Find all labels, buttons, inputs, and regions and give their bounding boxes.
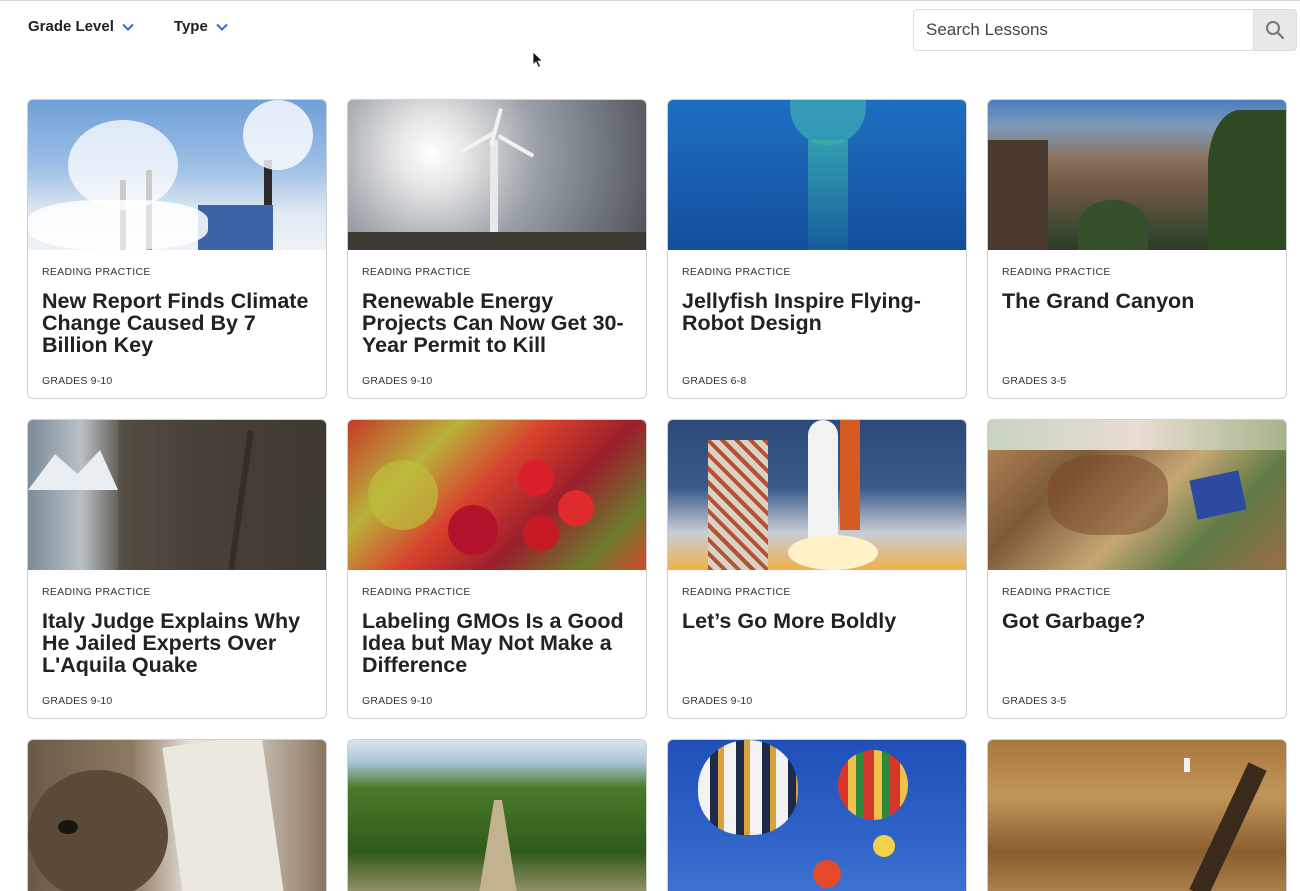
lesson-thumbnail — [988, 420, 1286, 570]
lesson-title[interactable]: The Grand Canyon — [1002, 290, 1276, 312]
lesson-title[interactable]: Renewable Energy Projects Can Now Get 30… — [362, 290, 636, 356]
lesson-thumbnail — [668, 420, 966, 570]
lesson-thumbnail — [348, 740, 646, 891]
lesson-grid: READING PRACTICE New Report Finds Climat… — [27, 99, 1287, 719]
lesson-grades: GRADES 9-10 — [42, 695, 113, 707]
mouse-cursor-icon — [532, 51, 544, 69]
lesson-type-label: READING PRACTICE — [362, 266, 471, 278]
lesson-thumbnail — [28, 420, 326, 570]
lesson-grades: GRADES 9-10 — [362, 695, 433, 707]
search-button[interactable] — [1253, 10, 1296, 50]
lesson-thumbnail — [988, 100, 1286, 250]
chevron-down-icon — [216, 23, 228, 31]
lesson-type-label: READING PRACTICE — [362, 586, 471, 598]
top-border — [0, 0, 1300, 1]
lesson-card[interactable]: READING PRACTICE Jellyfish Inspire Flyin… — [667, 99, 967, 399]
lesson-grades: GRADES 6-8 — [682, 375, 747, 387]
lesson-thumbnail — [668, 100, 966, 250]
lesson-title[interactable]: Labeling GMOs Is a Good Idea but May Not… — [362, 610, 636, 676]
search-input[interactable] — [914, 10, 1253, 50]
lesson-title[interactable]: Let’s Go More Boldly — [682, 610, 956, 632]
lesson-type-label: READING PRACTICE — [1002, 586, 1111, 598]
search-icon — [1266, 21, 1285, 40]
lesson-card[interactable] — [347, 739, 647, 891]
lesson-card[interactable]: READING PRACTICE Let’s Go More Boldly GR… — [667, 419, 967, 719]
lesson-card[interactable] — [27, 739, 327, 891]
lesson-type-label: READING PRACTICE — [682, 586, 791, 598]
lesson-card[interactable]: READING PRACTICE New Report Finds Climat… — [27, 99, 327, 399]
lesson-thumbnail — [988, 740, 1286, 891]
lesson-type-label: READING PRACTICE — [42, 266, 151, 278]
lesson-type-label: READING PRACTICE — [1002, 266, 1111, 278]
lesson-thumbnail — [668, 740, 966, 891]
lesson-thumbnail — [28, 100, 326, 250]
lesson-card[interactable]: READING PRACTICE Labeling GMOs Is a Good… — [347, 419, 647, 719]
lesson-title[interactable]: Italy Judge Explains Why He Jailed Exper… — [42, 610, 316, 676]
type-filter[interactable]: Type — [174, 18, 228, 35]
lesson-title[interactable]: Got Garbage? — [1002, 610, 1276, 632]
lesson-card[interactable]: READING PRACTICE Italy Judge Explains Wh… — [27, 419, 327, 719]
lesson-card[interactable]: READING PRACTICE Got Garbage? GRADES 3-5 — [987, 419, 1287, 719]
lesson-thumbnail — [28, 740, 326, 891]
lesson-grades: GRADES 9-10 — [682, 695, 753, 707]
lesson-grades: GRADES 9-10 — [362, 375, 433, 387]
grade-level-filter[interactable]: Grade Level — [28, 18, 134, 35]
lesson-grades: GRADES 9-10 — [42, 375, 113, 387]
type-label: Type — [173, 18, 208, 35]
lesson-type-label: READING PRACTICE — [682, 266, 791, 278]
chevron-down-icon — [122, 23, 134, 31]
lesson-card[interactable] — [667, 739, 967, 891]
lesson-grades: GRADES 3-5 — [1002, 375, 1067, 387]
lesson-type-label: READING PRACTICE — [42, 586, 151, 598]
lesson-grid-row-3 — [27, 739, 1287, 891]
lesson-thumbnail — [348, 420, 646, 570]
grade-level-label: Grade Level — [28, 18, 114, 35]
lesson-grades: GRADES 3-5 — [1002, 695, 1067, 707]
search-box — [913, 9, 1297, 51]
lesson-thumbnail — [348, 100, 646, 250]
lesson-title[interactable]: New Report Finds Climate Change Caused B… — [42, 290, 316, 356]
lesson-title[interactable]: Jellyfish Inspire Flying-Robot Design — [682, 290, 956, 334]
lesson-card[interactable]: READING PRACTICE Renewable Energy Projec… — [347, 99, 647, 399]
filter-bar: Grade Level Type — [28, 18, 228, 35]
lesson-card[interactable] — [987, 739, 1287, 891]
lesson-card[interactable]: READING PRACTICE The Grand Canyon GRADES… — [987, 99, 1287, 399]
